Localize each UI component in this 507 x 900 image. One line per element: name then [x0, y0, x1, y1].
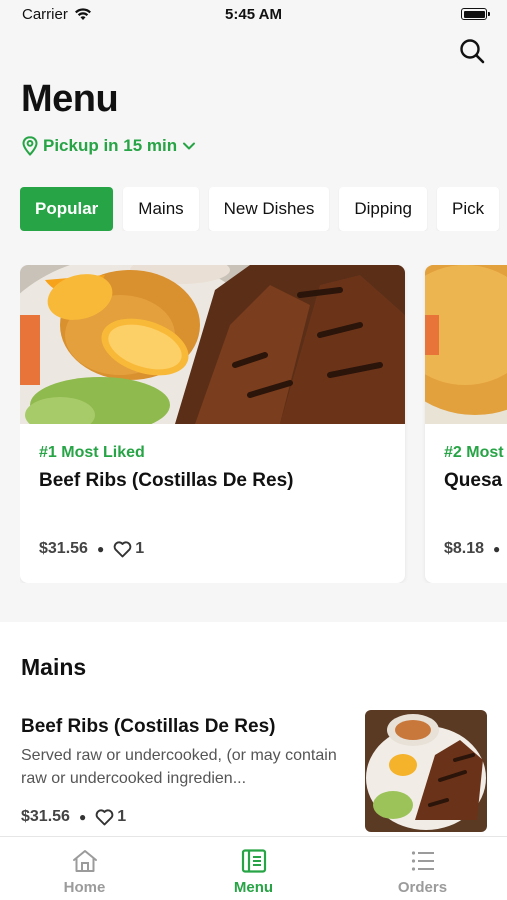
- separator-dot: ●: [78, 810, 87, 824]
- wifi-icon: [74, 8, 91, 20]
- tab-popular[interactable]: Popular: [20, 187, 114, 231]
- search-icon: [460, 39, 485, 64]
- pickup-selector[interactable]: Pickup in 15 min: [22, 136, 196, 156]
- heart-icon: [95, 808, 114, 825]
- card-title: Quesa: [444, 470, 503, 491]
- tabbar-orders[interactable]: Orders: [338, 837, 507, 900]
- chevron-down-icon: [183, 142, 196, 150]
- like-count: 1: [135, 540, 145, 557]
- tabbar-menu[interactable]: Menu: [169, 837, 338, 900]
- item-description: Served raw or undercooked, (or may conta…: [21, 747, 337, 787]
- item-meta: $31.56 ● 1: [21, 808, 126, 826]
- tab-pick[interactable]: Pick: [437, 187, 500, 231]
- bottom-tab-bar: Home Menu Orders: [0, 836, 507, 900]
- card-meta: $8.18 ●: [444, 540, 500, 558]
- heart-icon: [113, 540, 132, 557]
- battery-icon: [461, 8, 490, 20]
- carrier-label: Carrier: [22, 5, 68, 23]
- tabbar-label: Home: [63, 879, 106, 896]
- dish-photo: [20, 265, 405, 424]
- tabbar-label: Menu: [233, 879, 274, 896]
- tabbar-label: Orders: [397, 879, 448, 896]
- card-title: Beef Ribs (Costillas De Res): [39, 470, 294, 491]
- pickup-label: Pickup in 15 min: [43, 136, 178, 155]
- featured-card[interactable]: #1 Most Liked Beef Ribs (Costillas De Re…: [20, 265, 405, 583]
- tab-dipping[interactable]: Dipping: [339, 187, 428, 231]
- like-count: 1: [117, 808, 127, 825]
- page-title: Menu: [21, 78, 119, 120]
- separator-dot: ●: [493, 542, 501, 556]
- card-price: $31.56: [39, 540, 88, 557]
- section-title: Mains: [21, 654, 87, 680]
- card-rank: #1 Most Liked: [39, 444, 145, 461]
- card-meta: $31.56 ● 1: [39, 540, 144, 558]
- home-icon: [72, 850, 97, 872]
- search-button[interactable]: [457, 36, 487, 66]
- tabbar-home[interactable]: Home: [0, 837, 169, 900]
- location-pin-icon: [22, 136, 38, 156]
- like-button[interactable]: 1: [113, 540, 144, 558]
- tab-mains[interactable]: Mains: [123, 187, 199, 231]
- featured-carousel: #1 Most Liked Beef Ribs (Costillas De Re…: [20, 265, 507, 583]
- status-bar: Carrier 5:45 AM: [0, 0, 507, 28]
- card-body: #1 Most Liked Beef Ribs (Costillas De Re…: [20, 424, 405, 583]
- tab-new-dishes[interactable]: New Dishes: [208, 187, 330, 231]
- card-body: #2 Most Quesa $8.18 ●: [425, 424, 507, 583]
- featured-card[interactable]: #2 Most Quesa $8.18 ●: [425, 265, 507, 583]
- item-title: Beef Ribs (Costillas De Res): [21, 716, 276, 737]
- separator-dot: ●: [96, 542, 105, 556]
- mains-section: Mains Beef Ribs (Costillas De Res) Serve…: [0, 622, 507, 852]
- status-left: Carrier: [22, 6, 92, 23]
- category-tabs: Popular Mains New Dishes Dipping Pick: [20, 187, 507, 231]
- card-rank: #2 Most: [444, 444, 504, 461]
- card-price: $8.18: [444, 540, 485, 557]
- item-thumbnail: [365, 710, 487, 832]
- list-icon: [411, 851, 434, 871]
- dish-photo: [425, 265, 507, 424]
- like-button[interactable]: 1: [95, 808, 126, 826]
- item-price: $31.56: [21, 808, 70, 825]
- menu-book-icon: [241, 849, 266, 873]
